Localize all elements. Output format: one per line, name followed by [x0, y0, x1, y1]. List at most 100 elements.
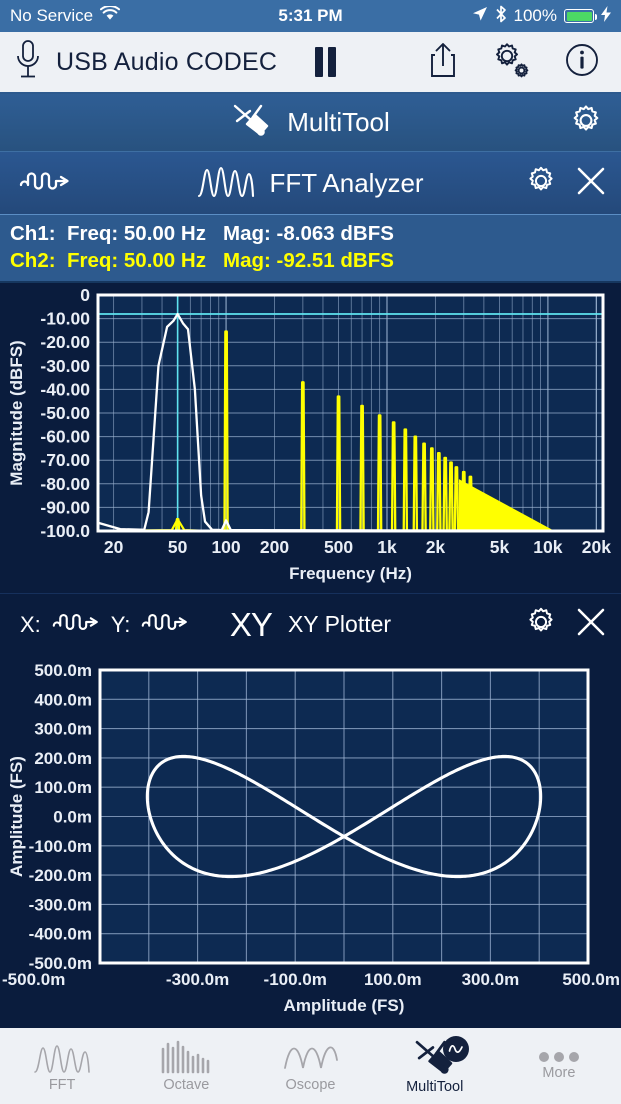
y-tick-label: 500.0m	[34, 661, 92, 680]
readout-ch2: Ch2: Freq: 50.00 Hz Mag: -92.51 dBFS	[10, 249, 394, 273]
y-axis-title: Magnitude (dBFS)	[7, 340, 26, 485]
fft-peaks-icon	[34, 1044, 90, 1073]
tab-label: More	[542, 1064, 576, 1081]
tab-label: FFT	[48, 1076, 76, 1093]
multitool-title: MultiTool	[287, 107, 390, 137]
lightning-bolt-icon	[601, 5, 611, 27]
xy-big-label: XY	[229, 605, 273, 643]
x-tick-label: -100.0m	[264, 970, 327, 989]
close-icon[interactable]	[575, 606, 607, 643]
x-axis-title: Amplitude (FS)	[284, 996, 405, 1015]
gear-icon[interactable]	[525, 606, 557, 643]
toolbar-actions	[429, 41, 607, 84]
carrier-label: No Service	[10, 6, 94, 25]
fft-chart[interactable]: 0 -10.00 -20.00 -30.00 -40.00 -50.00 -60.00 -70…	[0, 283, 621, 593]
wifi-icon	[100, 5, 121, 26]
multitool-icon	[231, 102, 273, 143]
x-tick-label: 2k	[426, 537, 446, 557]
x-tick-label: 500.0m	[562, 970, 620, 989]
x-tick-label: 10k	[533, 537, 562, 557]
y-tick-label: -400.0m	[29, 925, 92, 944]
device-toolbar: USB Audio CODEC	[0, 32, 621, 94]
xy-sources: X: Y:	[20, 608, 190, 642]
tab-multitool[interactable]: MultiTool	[373, 1028, 497, 1104]
status-right: 100%	[472, 5, 611, 28]
tab-fft[interactable]: FFT	[0, 1028, 124, 1104]
xy-module-title: XY Plotter	[287, 611, 392, 638]
fft-peaks-icon	[197, 164, 255, 203]
x-tick-label: -300.0m	[166, 970, 229, 989]
xy-module-actions	[525, 606, 607, 643]
tab-octave[interactable]: Octave	[124, 1028, 248, 1104]
info-icon[interactable]	[565, 43, 599, 82]
y-axis-title: Amplitude (FS)	[7, 756, 26, 877]
y-tick-label: -100.0	[40, 521, 90, 541]
microphone-icon[interactable]	[14, 39, 42, 86]
y-tick-label: -50.00	[40, 403, 90, 423]
y-tick-label: -200.0m	[29, 866, 92, 885]
x-tick-label: 300.0m	[462, 970, 520, 989]
fft-module-title: FFT Analyzer	[269, 167, 424, 198]
x-tick-label: 100.0m	[364, 970, 422, 989]
sine-wave-icon	[448, 1045, 463, 1053]
location-arrow-icon	[472, 6, 488, 27]
battery-percent-label: 100%	[513, 6, 557, 25]
status-bar: No Service 5:31 PM 100%	[0, 0, 621, 32]
xy-chart[interactable]: 500.0m 400.0m 300.0m 200.0m 100.0m 0.0m -100.0…	[0, 655, 621, 1015]
waveform-input-icon[interactable]	[18, 166, 72, 201]
gear-icon[interactable]	[525, 165, 557, 202]
y-tick-label: -60.00	[40, 427, 90, 447]
status-left: No Service	[10, 5, 121, 26]
tab-bar: FFT Octave Oscope MultiTool More	[0, 1025, 621, 1104]
fft-module-actions	[525, 165, 607, 202]
y-tick-label: 0.0m	[53, 808, 92, 827]
tab-more[interactable]: More	[497, 1028, 621, 1104]
sine-wave-icon	[283, 1046, 338, 1069]
xy-x-label: X:	[20, 611, 41, 637]
xy-y-label: Y:	[110, 611, 131, 637]
x-tick-label: 500	[324, 537, 353, 557]
y-tick-label: -70.00	[40, 450, 90, 470]
y-tick-label: -10.00	[40, 309, 90, 329]
gear-icon[interactable]	[569, 103, 603, 142]
y-tick-label: -80.00	[40, 474, 90, 494]
y-tick-label: -30.00	[40, 356, 90, 376]
tab-label: Oscope	[285, 1076, 336, 1093]
y-tick-label: -20.00	[40, 332, 90, 352]
y-tick-label: 400.0m	[34, 690, 92, 709]
pause-icon[interactable]	[315, 47, 337, 77]
waveform-input-icon[interactable]	[140, 608, 190, 642]
y-tick-label: 300.0m	[34, 720, 92, 739]
tab-label: Octave	[163, 1076, 210, 1093]
close-icon[interactable]	[575, 165, 607, 202]
x-tick-label: 20	[104, 537, 124, 557]
y-tick-label: -40.00	[40, 379, 90, 399]
fft-readout: Ch1: Freq: 50.00 Hz Mag: -8.063 dBFS Ch2…	[0, 214, 621, 284]
x-tick-label: 100	[211, 537, 240, 557]
tab-oscope[interactable]: Oscope	[248, 1028, 372, 1104]
y-tick-label: -90.00	[40, 497, 90, 517]
waveform-input-icon[interactable]	[51, 608, 101, 642]
multitool-active-badge	[442, 1036, 469, 1062]
x-tick-label: 50	[168, 537, 188, 557]
tab-label: MultiTool	[406, 1078, 464, 1095]
share-icon[interactable]	[429, 42, 457, 83]
y-tick-label: -300.0m	[29, 895, 92, 914]
x-tick-label: 20k	[582, 537, 611, 557]
bluetooth-icon	[495, 5, 507, 28]
x-tick-label: -500.0m	[2, 970, 65, 989]
x-tick-label: 1k	[377, 537, 397, 557]
x-tick-label: 5k	[490, 537, 510, 557]
y-tick-label: 0	[80, 285, 90, 305]
xy-module-header: X: Y: XY XY Plotter	[0, 593, 621, 656]
xy-plot-panel[interactable]: 500.0m 400.0m 300.0m 200.0m 100.0m 0.0m -100.0…	[0, 655, 621, 1016]
x-tick-label: 200	[260, 537, 289, 557]
gear-icon[interactable]	[491, 41, 531, 84]
readout-ch1: Ch1: Freq: 50.00 Hz Mag: -8.063 dBFS	[10, 222, 394, 245]
device-name-label: USB Audio CODEC	[56, 47, 278, 76]
y-tick-label: -100.0m	[29, 837, 92, 856]
y-tick-label: 200.0m	[34, 749, 92, 768]
y-tick-label: 100.0m	[34, 778, 92, 797]
fft-plot-panel[interactable]: 0 -10.00 -20.00 -30.00 -40.00 -50.00 -60.00 -70…	[0, 283, 621, 594]
fft-module-header: FFT Analyzer	[0, 152, 621, 214]
